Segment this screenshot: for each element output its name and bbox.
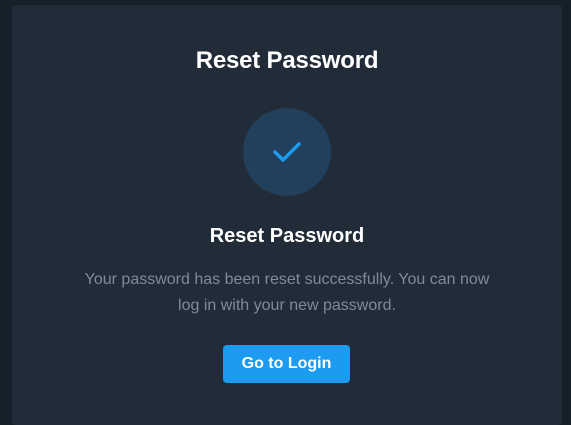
checkmark-icon bbox=[273, 142, 301, 162]
success-message-line-2: log in with your new password. bbox=[178, 297, 396, 314]
go-to-login-button[interactable]: Go to Login bbox=[223, 345, 350, 383]
card-title: Reset Password bbox=[195, 47, 379, 74]
success-heading: Reset Password bbox=[209, 225, 365, 247]
success-badge bbox=[243, 108, 331, 196]
success-message-line-1: Your password has been reset successfull… bbox=[84, 271, 490, 288]
success-message: Your password has been reset successfull… bbox=[42, 267, 532, 319]
reset-password-card: Reset Password Reset Password Your passw… bbox=[12, 5, 562, 425]
